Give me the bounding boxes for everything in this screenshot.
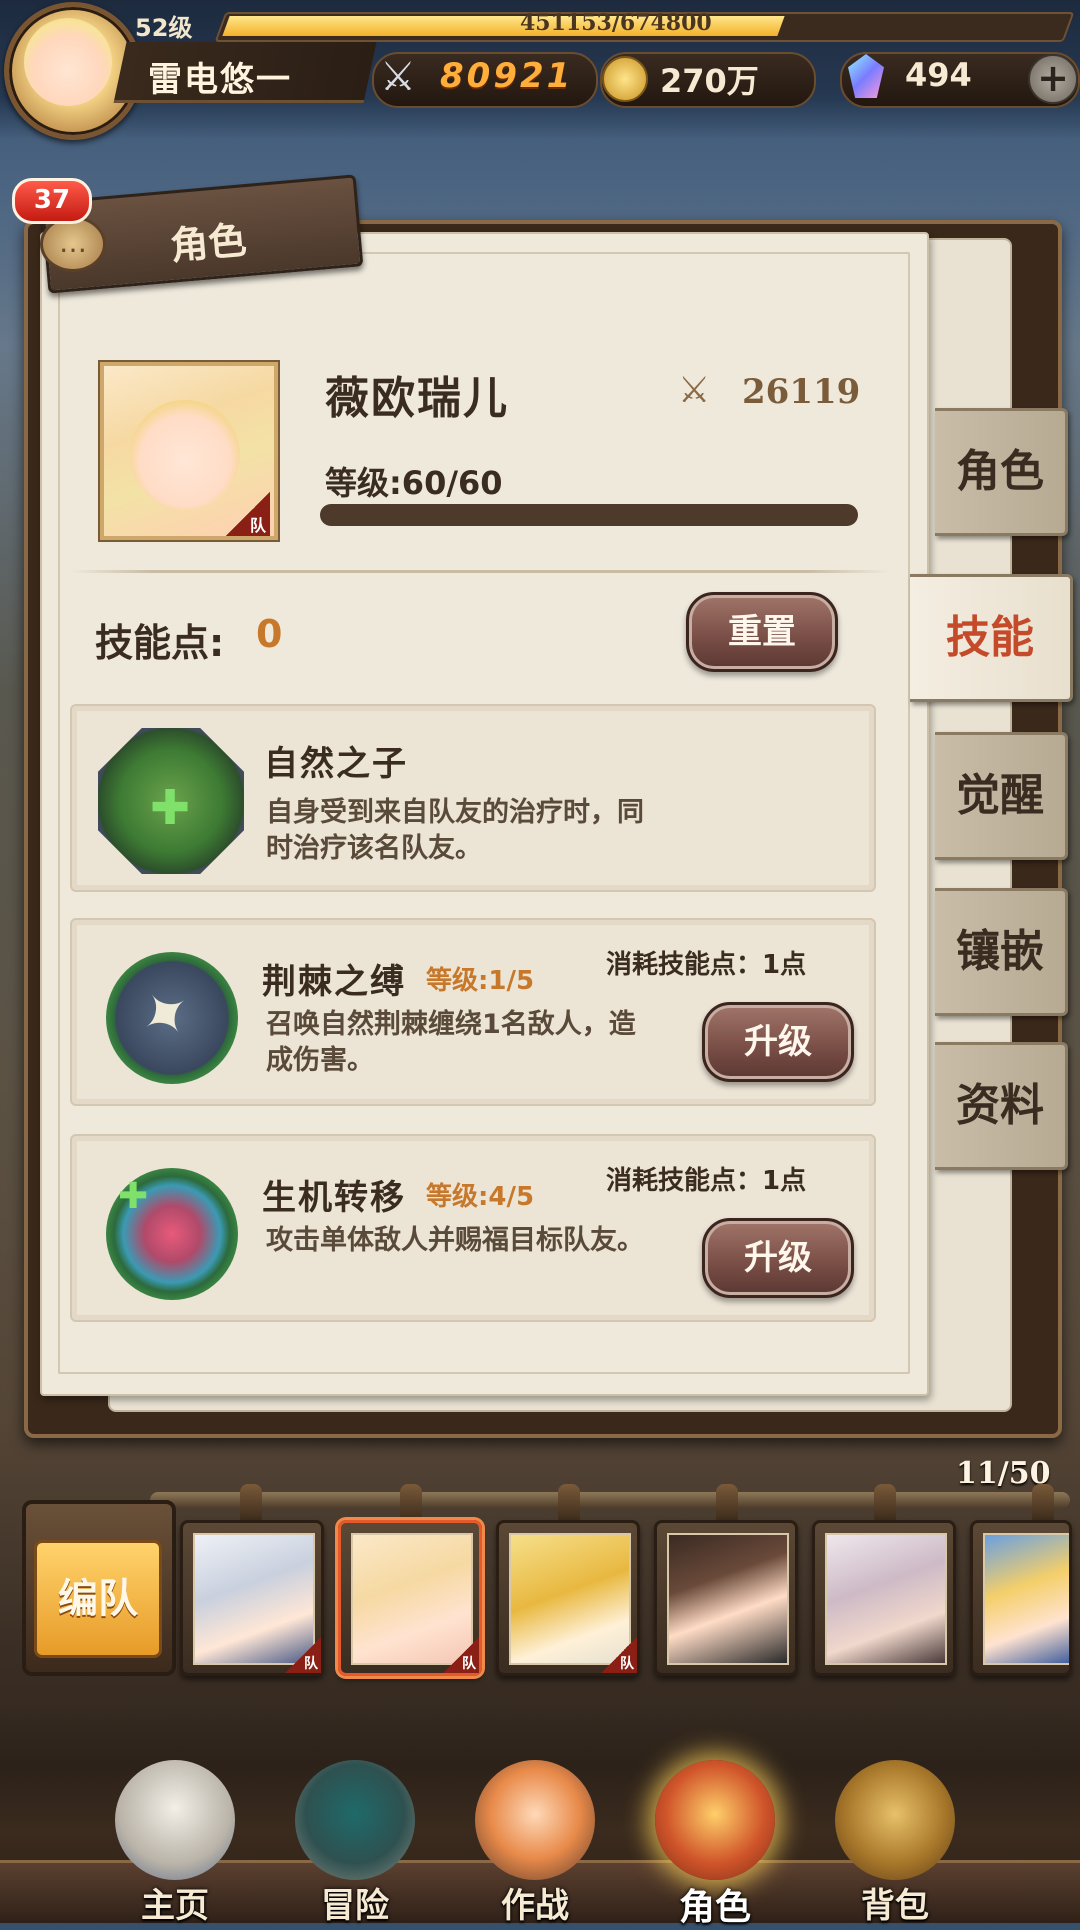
heal-plus-icon: ✚ [118, 1176, 149, 1217]
book-icon [655, 1760, 775, 1880]
skill-name: 荆棘之缚 [262, 962, 406, 1002]
team-tag: 队 [443, 1637, 479, 1673]
tab-awaken[interactable]: 觉醒 [935, 732, 1068, 860]
avatar-face [24, 18, 112, 106]
skill-cost: 消耗技能点：1点 [606, 1166, 807, 1196]
hook [1032, 1484, 1054, 1522]
add-gems-button[interactable]: + [1028, 54, 1078, 104]
skill-description: 攻击单体敌人并赐福目标队友。 [266, 1225, 644, 1256]
hook [716, 1484, 738, 1522]
tab-inlay[interactable]: 镶嵌 [935, 888, 1068, 1016]
roster-hero-card[interactable] [970, 1520, 1072, 1676]
roster-hero-card[interactable]: 队 [496, 1520, 640, 1676]
tab-skills[interactable]: 技能 [910, 574, 1073, 702]
coin-value: 270万 [660, 62, 759, 100]
nav-bag[interactable]: 背包 [810, 1760, 980, 1926]
upgrade-button[interactable]: 升级 [702, 1218, 854, 1298]
tab-profile[interactable]: 资料 [935, 1042, 1068, 1170]
notification-badge: 37 [12, 178, 92, 224]
coin-icon [602, 56, 648, 102]
roster-hero-card[interactable] [812, 1520, 956, 1676]
skill-description: 召唤自然荆棘缠绕1名敌人，造 [266, 1009, 636, 1040]
hero-level-bar [320, 504, 858, 526]
hook [874, 1484, 896, 1522]
hero-level: 等级:60/60 [325, 464, 503, 502]
backpack-icon [835, 1760, 955, 1880]
hero-name: 薇欧瑞儿 [325, 373, 509, 424]
hero-art [667, 1533, 789, 1665]
nav-home[interactable]: 主页 [90, 1760, 260, 1926]
skill-name: 自然之子 [264, 744, 408, 784]
nav-character[interactable]: 角色 [630, 1760, 800, 1928]
tab-character[interactable]: 角色 [935, 408, 1068, 536]
hero-power: 26119 [742, 372, 861, 412]
upgrade-button[interactable]: 升级 [702, 1002, 854, 1082]
hook [558, 1484, 580, 1522]
gem-value: 494 [905, 56, 972, 94]
hero-art [825, 1533, 947, 1665]
portal-icon [295, 1760, 415, 1880]
team-tag: 队 [226, 492, 270, 536]
crossed-swords-icon: ⚔ [678, 370, 711, 411]
skill-points-value: 0 [256, 612, 283, 656]
crossed-swords-icon: ⚔ [380, 54, 416, 100]
divider [70, 570, 890, 573]
plus-icon: + [1037, 56, 1069, 100]
roster-hero-card-selected[interactable]: 队 [338, 1520, 482, 1676]
castle-icon [115, 1760, 235, 1880]
reset-button[interactable]: 重置 [686, 592, 838, 672]
battle-icon [475, 1760, 595, 1880]
hook [400, 1484, 422, 1522]
skill-points-label: 技能点: [95, 621, 225, 665]
skill-level: 等级:1/5 [426, 966, 535, 996]
player-name: 雷电悠一 [148, 60, 292, 100]
skill-cost: 消耗技能点：1点 [606, 950, 807, 980]
nav-label: 角色 [678, 1887, 751, 1928]
hook [240, 1484, 262, 1522]
panel-title: 角色 [168, 217, 249, 269]
skill-description: 自身受到来自队友的治疗时，同 [266, 797, 644, 828]
skill-description: 时治疗该名队友。 [266, 833, 482, 864]
team-formation-button[interactable]: 编队 [34, 1540, 162, 1658]
skill-description: 成伤害。 [266, 1045, 374, 1076]
chat-bubble-icon[interactable]: … [40, 216, 106, 272]
nav-adventure[interactable]: 冒险 [270, 1760, 440, 1926]
skill-level: 等级:4/5 [426, 1182, 535, 1212]
heal-plus-icon: ✚ [150, 780, 191, 836]
roster-rail [150, 1492, 1070, 1508]
team-tag: 队 [601, 1637, 637, 1673]
roster-hero-card[interactable] [654, 1520, 798, 1676]
skill-name: 生机转移 [262, 1178, 406, 1218]
nav-battle[interactable]: 作战 [450, 1760, 620, 1926]
player-level: 52级 [135, 14, 193, 42]
roster-hero-card[interactable]: 队 [180, 1520, 324, 1676]
hero-portrait-face [130, 400, 240, 510]
team-tag: 队 [285, 1637, 321, 1673]
hero-art [983, 1533, 1069, 1665]
xp-text: 451153/674800 [520, 10, 712, 36]
combat-power-value: 80921 [440, 56, 574, 96]
